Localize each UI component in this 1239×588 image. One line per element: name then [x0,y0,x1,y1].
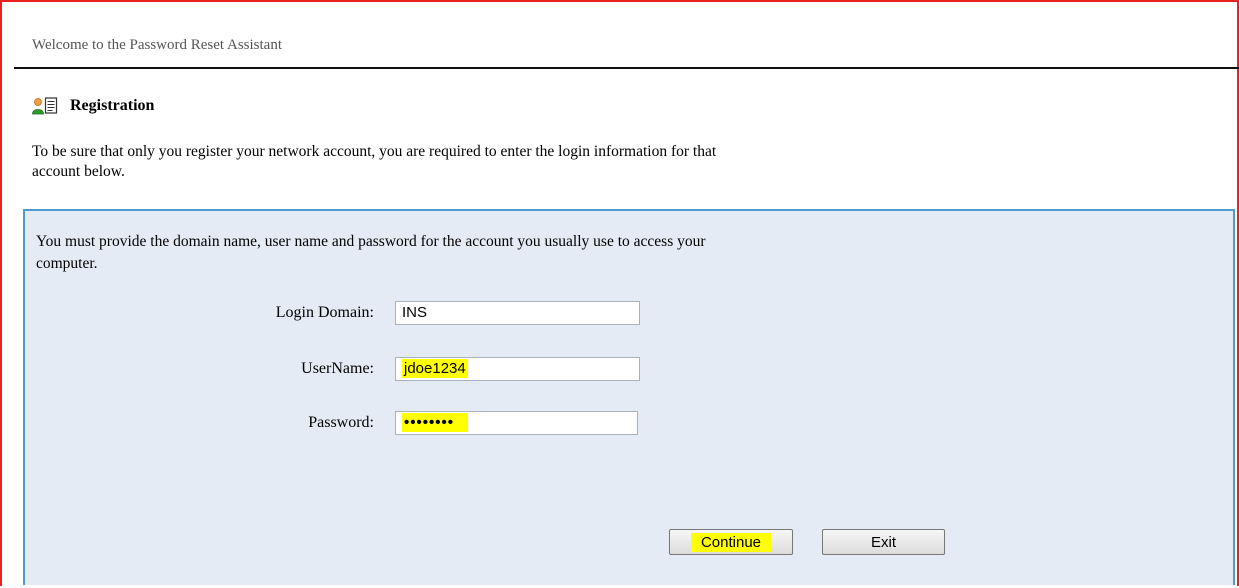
exit-button[interactable]: Exit [822,529,945,555]
password-input[interactable]: •••••••• [395,411,638,435]
continue-button-label: Continue [690,532,772,552]
login-domain-value: INS [402,304,428,321]
password-value: •••••••• [402,413,469,432]
username-label: UserName: [301,360,374,377]
intro-text: To be sure that only you register your n… [32,143,717,180]
continue-button[interactable]: Continue [669,529,793,555]
login-domain-label: Login Domain: [275,304,374,321]
username-input[interactable]: jdoe1234 [395,357,640,381]
header-divider [14,67,1239,69]
section-heading: Registration [32,95,154,117]
password-label: Password: [308,414,374,431]
user-form-icon [32,97,58,115]
panel-instructions: You must provide the domain name, user n… [36,233,706,272]
section-title: Registration [70,97,155,114]
login-domain-input[interactable]: INS [395,301,640,325]
username-value: jdoe1234 [402,359,468,378]
exit-button-label: Exit [870,533,896,551]
page-title: Welcome to the Password Reset Assistant [32,37,283,53]
